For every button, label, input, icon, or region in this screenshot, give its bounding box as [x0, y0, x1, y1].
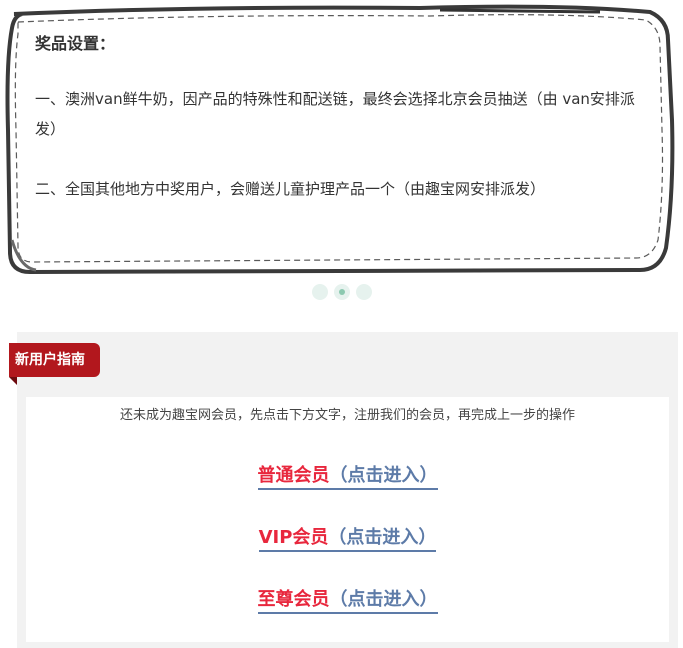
carousel-dot-3[interactable] — [356, 284, 372, 300]
enter-label: （点击进入） — [329, 589, 438, 610]
prize-title: 奖品设置： — [35, 34, 116, 53]
guide-description: 还未成为趣宝网会员，先点击下方文字，注册我们的会员，再完成上一步的操作 — [119, 408, 575, 423]
link-underline: 至尊会员（点击进入） — [257, 585, 438, 614]
carousel-dot-2-active[interactable] — [334, 284, 350, 300]
enter-label: （点击进入） — [329, 465, 438, 486]
link-underline: 普通会员（点击进入） — [257, 461, 438, 490]
carousel-dot-1[interactable] — [312, 284, 328, 300]
supreme-member-link[interactable]: 至尊会员（点击进入） — [26, 585, 669, 614]
link-underline: VIP会员（点击进入） — [258, 523, 437, 552]
member-type-label: 至尊会员 — [257, 589, 330, 610]
regular-member-link[interactable]: 普通会员（点击进入） — [26, 461, 669, 490]
guide-tab-label: 新用户指南 — [9, 343, 100, 377]
member-type-label: VIP会员 — [258, 527, 329, 548]
active-dot-indicator — [339, 289, 345, 295]
vip-member-link[interactable]: VIP会员（点击进入） — [26, 523, 669, 552]
prize-card: 奖品设置： 一、澳洲van鲜牛奶，因产品的特殊性和配送链，最终会选择北京会员抽送… — [0, 0, 683, 278]
guide-tab-fold — [9, 377, 17, 385]
prize-item-1: 一、澳洲van鲜牛奶，因产品的特殊性和配送链，最终会选择北京会员抽送（由 van… — [35, 90, 635, 138]
prize-item-2: 二、全国其他地方中奖用户，会赠送儿童护理产品一个（由趣宝网安排派发） — [35, 180, 546, 198]
carousel-dots — [312, 283, 372, 301]
member-type-label: 普通会员 — [257, 465, 330, 486]
enter-label: （点击进入） — [328, 527, 437, 548]
